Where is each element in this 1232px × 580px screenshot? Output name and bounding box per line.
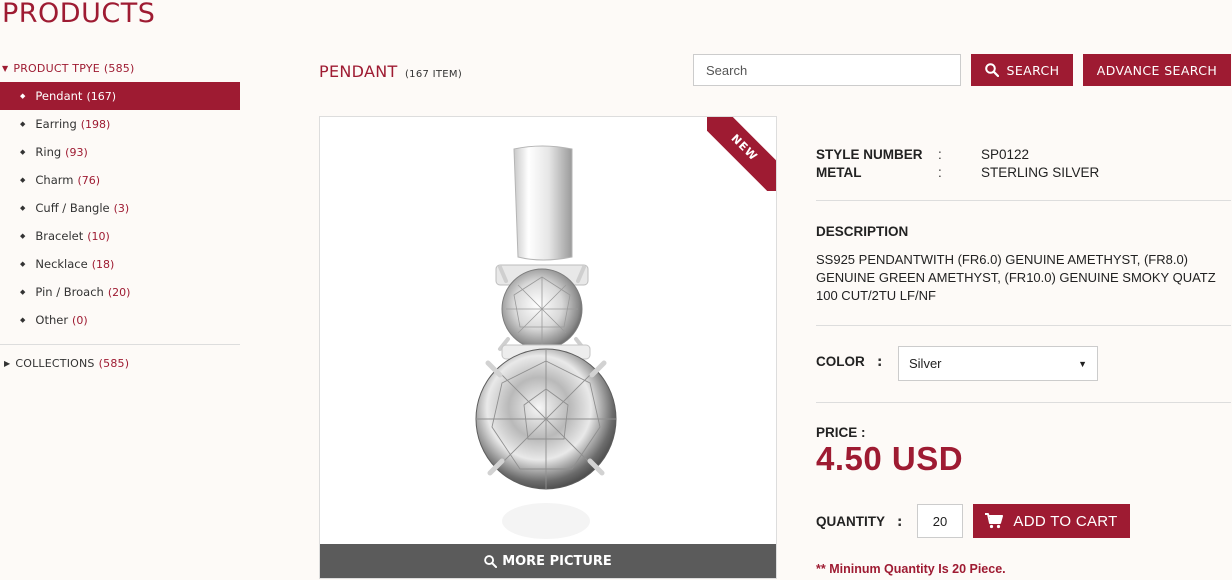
description-text: SS925 PENDANTWITH (FR6.0) GENUINE AMETHY… bbox=[816, 252, 1216, 303]
advance-search-button[interactable]: ADVANCE SEARCH bbox=[1083, 54, 1231, 86]
product-type-label: PRODUCT TPYE bbox=[13, 61, 100, 75]
category-item-count: (167 ITEM) bbox=[404, 69, 463, 80]
product-type-header[interactable]: ▼ PRODUCT TPYE (585) bbox=[0, 58, 240, 78]
category-name: PENDANT bbox=[319, 62, 398, 81]
minimum-quantity-note: ** Mininum Quantity Is 20 Piece. bbox=[816, 562, 1006, 576]
sidebar-item-label: Ring bbox=[35, 145, 62, 159]
spec-row-metal: METAL : STERLING SILVER bbox=[816, 165, 1231, 183]
product-image-box[interactable]: NEW MORE PICTURE bbox=[319, 116, 777, 579]
more-picture-button[interactable]: MORE PICTURE bbox=[320, 544, 776, 578]
spec-table: STYLE NUMBER : SP0122 METAL : STERLING S… bbox=[816, 147, 1231, 183]
sidebar-item-count: (76) bbox=[77, 173, 101, 187]
diamond-bullet-icon: ◆ bbox=[20, 232, 26, 240]
more-picture-label: MORE PICTURE bbox=[502, 553, 612, 569]
spec-sep: : bbox=[938, 165, 942, 180]
color-select-value: Silver bbox=[909, 356, 942, 371]
sidebar: ▼ PRODUCT TPYE (585) ◆ Pendant (167) ◆ E… bbox=[0, 58, 240, 370]
collections-label: COLLECTIONS bbox=[15, 357, 95, 370]
diamond-bullet-icon: ◆ bbox=[20, 120, 26, 128]
new-badge: NEW bbox=[707, 117, 776, 191]
search-icon bbox=[484, 554, 498, 568]
diamond-bullet-icon: ◆ bbox=[20, 288, 26, 296]
sidebar-divider bbox=[0, 344, 240, 345]
dropdown-arrow-icon: ▼ bbox=[1078, 358, 1087, 369]
diamond-bullet-icon: ◆ bbox=[20, 316, 26, 324]
sidebar-item-count: (10) bbox=[87, 229, 110, 243]
quantity-input[interactable] bbox=[917, 504, 963, 538]
category-title: PENDANT (167 ITEM) bbox=[319, 62, 462, 81]
details-divider bbox=[816, 325, 1231, 326]
sidebar-item-label: Pin / Broach bbox=[35, 285, 104, 299]
diamond-bullet-icon: ◆ bbox=[20, 148, 26, 156]
spec-key: METAL bbox=[816, 165, 862, 180]
search-button[interactable]: SEARCH bbox=[971, 54, 1073, 86]
sidebar-item-label: Necklace bbox=[35, 257, 88, 271]
search-input[interactable] bbox=[693, 54, 961, 86]
sidebar-item-label: Cuff / Bangle bbox=[35, 201, 110, 215]
add-to-cart-label: ADD TO CART bbox=[1013, 512, 1118, 530]
sidebar-item-bracelet[interactable]: ◆ Bracelet (10) bbox=[0, 222, 240, 250]
caret-right-icon: ▶ bbox=[4, 359, 11, 368]
description-heading: DESCRIPTION bbox=[816, 224, 909, 239]
search-button-label: SEARCH bbox=[1006, 62, 1060, 78]
sidebar-item-pin-broach[interactable]: ◆ Pin / Broach (20) bbox=[0, 278, 240, 306]
color-select[interactable]: Silver ▼ bbox=[898, 346, 1098, 381]
spec-sep: : bbox=[938, 147, 942, 162]
sidebar-item-charm[interactable]: ◆ Charm (76) bbox=[0, 166, 240, 194]
sidebar-item-count: (3) bbox=[113, 201, 130, 215]
diamond-bullet-icon: ◆ bbox=[20, 260, 26, 268]
sidebar-item-count: (18) bbox=[91, 257, 115, 271]
sidebar-item-cuff-bangle[interactable]: ◆ Cuff / Bangle (3) bbox=[0, 194, 240, 222]
sidebar-item-label: Bracelet bbox=[35, 229, 84, 243]
caret-down-icon: ▼ bbox=[2, 63, 9, 73]
page-title: PRODUCTS bbox=[2, 0, 156, 29]
price-label: PRICE : bbox=[816, 425, 866, 440]
product-type-list: ◆ Pendant (167) ◆ Earring (198) ◆ Ring (… bbox=[0, 82, 240, 334]
spec-row-style-number: STYLE NUMBER : SP0122 bbox=[816, 147, 1231, 165]
sidebar-item-label: Pendant bbox=[35, 89, 83, 103]
quantity-label: QUANTITY bbox=[816, 514, 885, 529]
details-divider bbox=[816, 402, 1231, 403]
price-value: 4.50 USD bbox=[816, 440, 964, 477]
product-type-count: (585) bbox=[103, 61, 135, 75]
sidebar-item-count: (93) bbox=[65, 145, 88, 159]
search-icon bbox=[984, 63, 999, 77]
diamond-bullet-icon: ◆ bbox=[20, 204, 26, 212]
color-sep: : bbox=[877, 354, 883, 370]
collections-count: (585) bbox=[98, 357, 130, 370]
sidebar-item-count: (0) bbox=[72, 313, 88, 327]
add-to-cart-button[interactable]: ADD TO CART bbox=[973, 504, 1130, 538]
diamond-bullet-icon: ◆ bbox=[20, 176, 26, 184]
diamond-bullet-icon: ◆ bbox=[20, 92, 26, 100]
sidebar-item-label: Earring bbox=[35, 117, 77, 131]
sidebar-item-label: Other bbox=[35, 313, 69, 327]
new-badge-label: NEW bbox=[707, 117, 776, 191]
sidebar-item-pendant[interactable]: ◆ Pendant (167) bbox=[0, 82, 240, 110]
sidebar-item-other[interactable]: ◆ Other (0) bbox=[0, 306, 240, 334]
sidebar-item-count: (167) bbox=[86, 89, 117, 103]
spec-key: STYLE NUMBER bbox=[816, 147, 923, 162]
sidebar-item-count: (20) bbox=[107, 285, 131, 299]
color-label: COLOR bbox=[816, 354, 865, 369]
sidebar-item-label: Charm bbox=[35, 173, 74, 187]
spec-value: STERLING SILVER bbox=[981, 165, 1100, 180]
quantity-sep: : bbox=[897, 514, 903, 530]
sidebar-item-necklace[interactable]: ◆ Necklace (18) bbox=[0, 250, 240, 278]
details-divider bbox=[816, 200, 1231, 201]
spec-value: SP0122 bbox=[981, 147, 1030, 162]
sidebar-item-earring[interactable]: ◆ Earring (198) bbox=[0, 110, 240, 138]
sidebar-item-count: (198) bbox=[80, 117, 111, 131]
cart-icon bbox=[985, 513, 1004, 529]
sidebar-item-ring[interactable]: ◆ Ring (93) bbox=[0, 138, 240, 166]
collections-header[interactable]: ▶ COLLECTIONS (585) bbox=[0, 357, 240, 370]
